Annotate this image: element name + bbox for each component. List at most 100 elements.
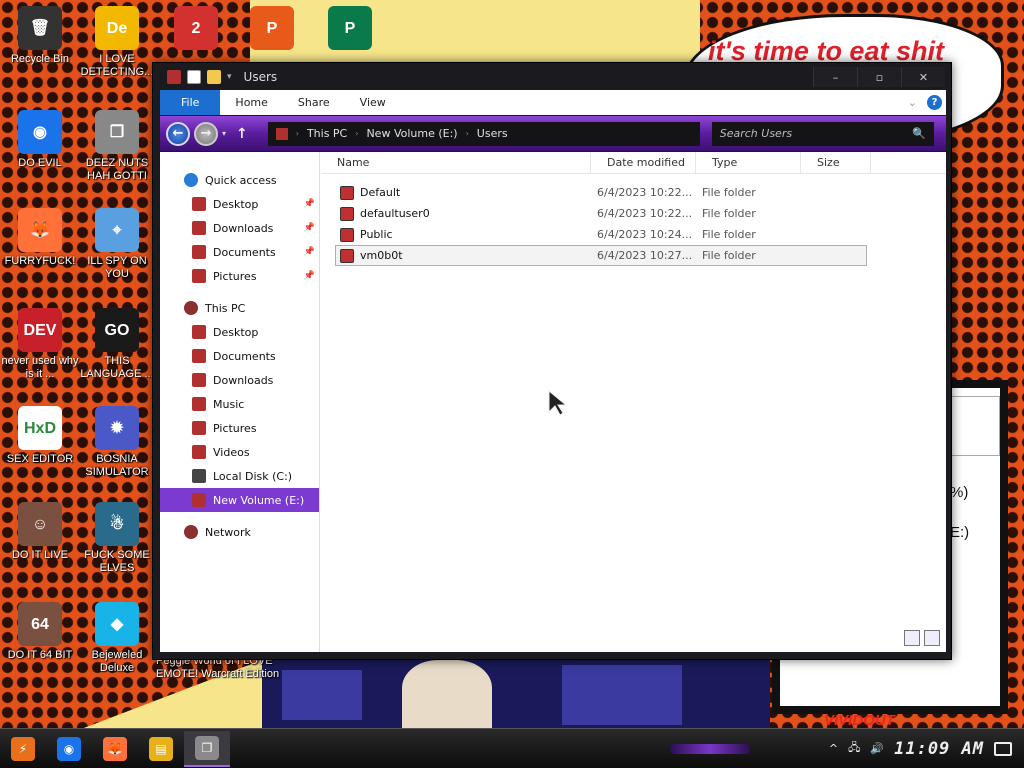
portrait-64-icon: 64 (18, 602, 62, 646)
de-icon: De (95, 6, 139, 50)
desktop-icon[interactable]: 🦊 FURRYFUCK! (0, 208, 80, 268)
sidebar-item-quick-access[interactable]: Quick access (160, 168, 319, 192)
title-bar[interactable]: ▾ Users – ▫ ✕ (153, 63, 951, 90)
sidebar-item-pictures[interactable]: Pictures (160, 416, 319, 440)
column-date-modified[interactable]: Date modified (591, 152, 696, 173)
pin-icon: 📌 (303, 199, 315, 209)
desktop-icon[interactable]: ⌖ ILL SPY ON YOU (77, 208, 157, 281)
desktop-icon[interactable]: GO THIS LANGUAGE ... (77, 308, 157, 381)
desktop-icon[interactable]: ◆ Bejeweled Deluxe (77, 602, 157, 675)
new-folder-icon[interactable] (207, 69, 221, 84)
desktop-icon[interactable]: ◉ DO EVIL (0, 110, 80, 170)
desktop-icon[interactable]: P (232, 6, 312, 53)
desktop-icon[interactable]: 64 DO IT 64 BIT (0, 602, 80, 662)
expand-ribbon-icon[interactable]: ⌄ (908, 96, 917, 109)
details-view-icon[interactable] (904, 630, 920, 646)
tab-view[interactable]: View (345, 90, 401, 115)
file-type: File folder (702, 207, 756, 220)
file-row[interactable]: vm0b0t 6/4/2023 10:27... File folder (335, 245, 867, 266)
desktop-icon[interactable]: 🗑 Recycle Bin (0, 6, 80, 66)
desktop-icon-label: DO IT 64 BIT (7, 649, 73, 661)
column-type[interactable]: Type (696, 152, 801, 173)
volume-icon[interactable]: 🔊 (870, 742, 884, 755)
tab-share[interactable]: Share (283, 90, 345, 115)
search-box[interactable]: Search Users 🔍 (711, 121, 934, 146)
sidebar-item-videos[interactable]: Videos (160, 440, 319, 464)
desktop-icon[interactable]: 2 (156, 6, 236, 53)
taskbar-chrome-button[interactable]: ◉ (46, 731, 92, 767)
breadcrumb-users[interactable]: Users (477, 127, 508, 140)
breadcrumb-separator: › (295, 129, 299, 138)
minimize-button[interactable]: – (813, 67, 857, 87)
up-button[interactable]: ↑ (236, 126, 248, 142)
desktop-icon[interactable]: ☃ FUCK SOME ELVES (77, 502, 157, 575)
desktop-icon[interactable]: De I LOVE DETECTING... (77, 6, 157, 79)
clock[interactable]: 11:09 AM (894, 739, 984, 759)
tab-home[interactable]: Home (220, 90, 282, 115)
tray-overflow-icon[interactable]: ^ (829, 742, 838, 755)
sidebar-item-label: Quick access (205, 173, 277, 187)
desktop-icon-label: DO EVIL (18, 157, 62, 169)
customize-toolbar-icon[interactable]: ▾ (227, 72, 232, 82)
help-icon[interactable]: ? (927, 95, 942, 110)
sidebar-item-music[interactable]: Music (160, 392, 319, 416)
column-size[interactable]: Size (801, 152, 871, 173)
taskbar-file-explorer-button[interactable]: ▤ (138, 731, 184, 767)
taskbar-window-app-button[interactable]: ❐ (184, 730, 230, 767)
desktop-icon-label: Bejeweled Deluxe (91, 649, 143, 674)
maximize-button[interactable]: ▫ (857, 67, 901, 87)
address-bar[interactable]: › This PC › New Volume (E:) › Users (267, 121, 700, 146)
breadcrumb-new-volume[interactable]: New Volume (E:) (366, 127, 457, 140)
file-type: File folder (702, 249, 756, 262)
sidebar-item-documents[interactable]: Documents 📌 (160, 240, 319, 264)
file-row[interactable]: Default 6/4/2023 10:22... File folder (335, 182, 867, 203)
file-date: 6/4/2023 10:22... (597, 186, 693, 199)
taskbar-start-button[interactable]: ⚡ (0, 731, 46, 767)
sidebar-item-downloads[interactable]: Downloads (160, 368, 319, 392)
desktop-icon[interactable]: HxD SEX EDITOR (0, 406, 80, 466)
navigation-pane: Quick access Desktop 📌 Downloads 📌 Documents 📌… (160, 152, 320, 652)
tab-file[interactable]: File (160, 90, 221, 115)
sidebar-item-downloads[interactable]: Downloads 📌 (160, 216, 319, 240)
sidebar-item-desktop[interactable]: Desktop (160, 320, 319, 344)
taskbar-firefox-button[interactable]: 🦊 (92, 731, 138, 767)
spiked-ball-icon: ✹ (95, 406, 139, 450)
sidebar-item-this-pc[interactable]: This PC (160, 296, 319, 320)
drive-icon (192, 493, 206, 507)
sidebar-item-desktop[interactable]: Desktop 📌 (160, 192, 319, 216)
folder-icon (192, 445, 206, 459)
search-icon[interactable]: 🔍 (912, 127, 926, 140)
desktop-icon-label: never used why is it ... (1, 355, 79, 380)
back-button[interactable]: ← (166, 121, 190, 146)
file-row[interactable]: Public 6/4/2023 10:24... File folder (335, 224, 867, 245)
file-explorer-icon: ▤ (149, 736, 173, 761)
folder-icon (340, 185, 354, 200)
column-name[interactable]: Name (321, 152, 591, 173)
file-row[interactable]: defaultuser0 6/4/2023 10:22... File folder (335, 203, 867, 224)
notifications-icon[interactable] (994, 741, 1012, 756)
recent-locations-icon[interactable]: ▾ (222, 129, 226, 138)
close-button[interactable]: ✕ (901, 67, 945, 87)
file-date: 6/4/2023 10:27... (597, 249, 693, 262)
sidebar-item-label: Network (205, 525, 251, 539)
sidebar-item-documents[interactable]: Documents (160, 344, 319, 368)
sidebar-item-new-volume-e[interactable]: New Volume (E:) (160, 488, 319, 512)
breadcrumb-this-pc[interactable]: This PC (307, 127, 347, 140)
search-placeholder: Search Users (719, 127, 793, 140)
forward-button[interactable]: → (194, 121, 218, 146)
desktop-icon[interactable]: ❐ DEEZ NUTS HAH GOTTI (77, 110, 157, 183)
large-icons-view-icon[interactable] (924, 630, 940, 646)
watermark-text: VIVIDOUT (824, 712, 895, 729)
desktop-icon[interactable]: P (310, 6, 390, 53)
sidebar-item-label: Music (213, 397, 245, 411)
desktop-icon[interactable]: ✹ BOSNIA SIMULATOR (77, 406, 157, 479)
sidebar-item-local-disk-c[interactable]: Local Disk (C:) (160, 464, 319, 488)
sidebar-item-network[interactable]: Network (160, 520, 319, 544)
network-icon (184, 525, 198, 539)
window-title: Users (243, 69, 278, 84)
properties-icon[interactable] (187, 69, 201, 84)
desktop-icon[interactable]: ☺ DO IT LIVE (0, 502, 80, 562)
desktop-icon[interactable]: DEV never used why is it ... (0, 308, 80, 381)
network-icon[interactable]: 🖧 (848, 739, 860, 758)
sidebar-item-pictures[interactable]: Pictures 📌 (160, 264, 319, 288)
